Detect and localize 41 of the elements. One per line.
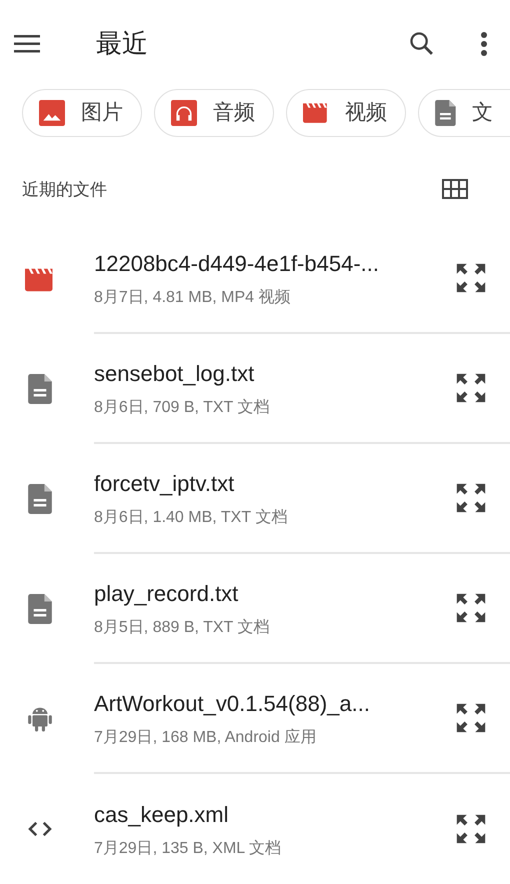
file-name: 12208bc4-d449-4e1f-b454-... (94, 250, 380, 278)
document-icon (28, 374, 52, 404)
expand-icon[interactable] (454, 591, 488, 625)
file-name: forcetv_iptv.txt (94, 470, 236, 498)
file-row[interactable]: forcetv_iptv.txt 8月6日, 1.40 MB, TXT 文档 (0, 444, 510, 554)
expand-icon[interactable] (454, 481, 488, 515)
headphones-icon (171, 100, 197, 126)
file-details: 8月7日, 4.81 MB, MP4 视频 (94, 288, 292, 308)
file-name: play_record.txt (94, 580, 240, 608)
file-name: cas_keep.xml (94, 800, 230, 829)
file-row[interactable]: ArtWorkout_v0.1.54(88)_a... 7月29日, 168 MB, Android 应用 (0, 664, 510, 774)
image-icon (39, 100, 65, 126)
category-chip[interactable]: 视频 (286, 88, 406, 136)
more-icon[interactable] (480, 30, 488, 57)
category-chip[interactable]: 音频 (154, 88, 274, 136)
file-details: 8月6日, 709 B, TXT 文档 (94, 398, 270, 418)
category-chip[interactable]: 图片 (22, 88, 142, 136)
category-chip[interactable]: 文 (418, 88, 510, 136)
file-name: ArtWorkout_v0.1.54(88)_a... (94, 690, 371, 718)
document-icon (28, 594, 52, 624)
expand-icon[interactable] (454, 371, 488, 405)
file-row[interactable]: play_record.txt 8月5日, 889 B, TXT 文档 (0, 554, 510, 664)
file-row[interactable]: 12208bc4-d449-4e1f-b454-... 8月7日, 4.81 MB, MP4 视频 (0, 224, 510, 334)
file-name: sensebot_log.txt (94, 360, 256, 388)
clapperboard-icon (303, 101, 329, 124)
file-details: 7月29日, 135 B, XML 文档 (94, 838, 282, 858)
expand-icon[interactable] (454, 812, 488, 846)
file-row[interactable]: sensebot_log.txt 8月6日, 709 B, TXT 文档 (0, 334, 510, 444)
expand-icon[interactable] (454, 261, 488, 295)
section-title: 近期的文件 (22, 178, 107, 200)
clapperboard-icon (25, 266, 55, 292)
file-row[interactable]: cas_keep.xml 7月29日, 135 B, XML 文档 (0, 774, 510, 884)
document-icon (28, 484, 52, 514)
document-icon (435, 100, 456, 126)
file-details: 8月5日, 889 B, TXT 文档 (94, 618, 270, 638)
screen-title: 最近 (96, 27, 148, 60)
expand-icon[interactable] (454, 701, 488, 735)
grid-view-icon[interactable] (442, 179, 468, 200)
file-details: 8月6日, 1.40 MB, TXT 文档 (94, 508, 288, 528)
menu-icon[interactable] (14, 34, 40, 54)
file-details: 7月29日, 168 MB, Android 应用 (94, 728, 318, 748)
